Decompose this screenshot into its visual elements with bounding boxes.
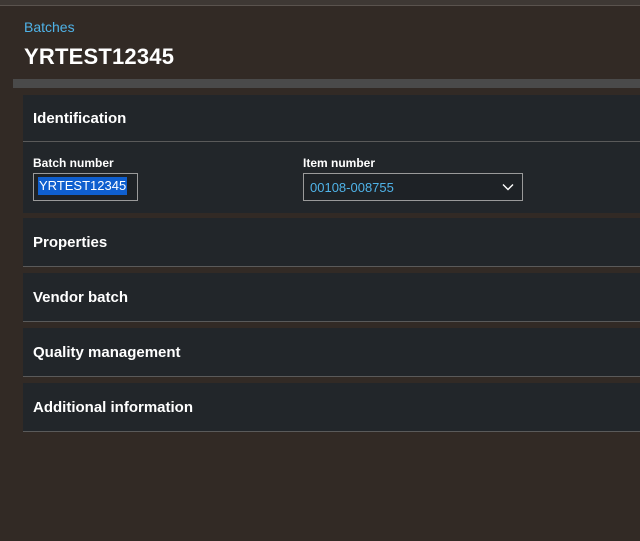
section-quality-management: Quality management <box>23 328 640 377</box>
breadcrumb[interactable]: Batches <box>24 19 75 35</box>
item-number-value[interactable]: 00108-008755 <box>310 180 394 195</box>
section-header-quality-management[interactable]: Quality management <box>23 328 640 376</box>
batch-number-value[interactable]: YRTEST12345 <box>38 177 128 195</box>
item-number-select[interactable]: 00108-008755 <box>303 173 523 201</box>
section-properties: Properties <box>23 218 640 267</box>
section-header-properties[interactable]: Properties <box>23 218 640 266</box>
batch-number-input[interactable]: YRTEST12345 <box>33 173 138 201</box>
section-header-identification[interactable]: Identification <box>23 95 640 142</box>
page-title: YRTEST12345 <box>24 44 175 69</box>
section-header-additional-information[interactable]: Additional information <box>23 383 640 431</box>
top-divider <box>0 0 640 6</box>
batch-number-label: Batch number <box>33 156 114 170</box>
title-divider-bar <box>13 79 640 88</box>
chevron-down-icon[interactable] <box>500 179 516 195</box>
section-vendor-batch: Vendor batch <box>23 273 640 322</box>
section-additional-information: Additional information <box>23 383 640 432</box>
section-header-vendor-batch[interactable]: Vendor batch <box>23 273 640 321</box>
section-identification: Identification Batch number YRTEST12345 … <box>23 95 640 213</box>
item-number-label: Item number <box>303 156 376 170</box>
